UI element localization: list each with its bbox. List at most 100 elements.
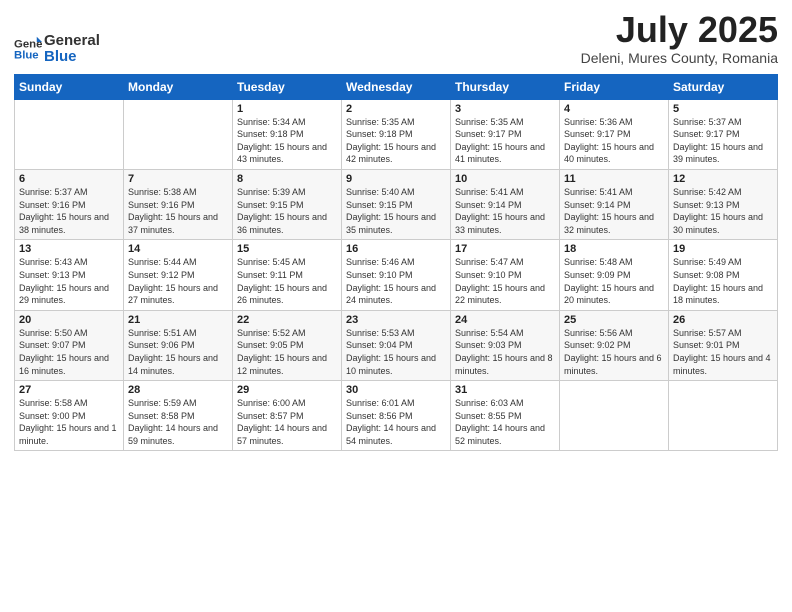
header: General Blue General Blue July 2025 Dele…	[14, 10, 778, 66]
month-title: July 2025	[581, 10, 778, 50]
calendar-cell: 26Sunrise: 5:57 AMSunset: 9:01 PMDayligh…	[669, 310, 778, 380]
day-info: Sunrise: 5:39 AMSunset: 9:15 PMDaylight:…	[237, 186, 337, 236]
day-info: Sunrise: 5:41 AMSunset: 9:14 PMDaylight:…	[455, 186, 555, 236]
day-info: Sunrise: 5:45 AMSunset: 9:11 PMDaylight:…	[237, 256, 337, 306]
calendar-cell: 25Sunrise: 5:56 AMSunset: 9:02 PMDayligh…	[560, 310, 669, 380]
day-info: Sunrise: 5:53 AMSunset: 9:04 PMDaylight:…	[346, 327, 446, 377]
day-number: 9	[346, 173, 446, 185]
calendar-cell: 13Sunrise: 5:43 AMSunset: 9:13 PMDayligh…	[15, 240, 124, 310]
day-number: 13	[19, 243, 119, 255]
calendar-cell: 21Sunrise: 5:51 AMSunset: 9:06 PMDayligh…	[124, 310, 233, 380]
calendar-cell: 23Sunrise: 5:53 AMSunset: 9:04 PMDayligh…	[342, 310, 451, 380]
weekday-header-wednesday: Wednesday	[342, 74, 451, 99]
day-info: Sunrise: 5:34 AMSunset: 9:18 PMDaylight:…	[237, 116, 337, 166]
day-info: Sunrise: 5:52 AMSunset: 9:05 PMDaylight:…	[237, 327, 337, 377]
calendar-cell: 11Sunrise: 5:41 AMSunset: 9:14 PMDayligh…	[560, 169, 669, 239]
day-number: 6	[19, 173, 119, 185]
calendar-cell: 29Sunrise: 6:00 AMSunset: 8:57 PMDayligh…	[233, 381, 342, 451]
calendar-cell: 16Sunrise: 5:46 AMSunset: 9:10 PMDayligh…	[342, 240, 451, 310]
logo-blue: Blue	[44, 49, 100, 66]
day-info: Sunrise: 5:44 AMSunset: 9:12 PMDaylight:…	[128, 256, 228, 306]
day-number: 16	[346, 243, 446, 255]
logo-general: General	[44, 33, 100, 50]
weekday-header-saturday: Saturday	[669, 74, 778, 99]
day-info: Sunrise: 5:51 AMSunset: 9:06 PMDaylight:…	[128, 327, 228, 377]
day-number: 26	[673, 314, 773, 326]
day-number: 27	[19, 384, 119, 396]
calendar-cell	[560, 381, 669, 451]
day-info: Sunrise: 5:38 AMSunset: 9:16 PMDaylight:…	[128, 186, 228, 236]
calendar-cell: 10Sunrise: 5:41 AMSunset: 9:14 PMDayligh…	[451, 169, 560, 239]
calendar-cell: 7Sunrise: 5:38 AMSunset: 9:16 PMDaylight…	[124, 169, 233, 239]
calendar-cell: 5Sunrise: 5:37 AMSunset: 9:17 PMDaylight…	[669, 99, 778, 169]
day-info: Sunrise: 5:37 AMSunset: 9:16 PMDaylight:…	[19, 186, 119, 236]
day-number: 1	[237, 103, 337, 115]
calendar-cell: 12Sunrise: 5:42 AMSunset: 9:13 PMDayligh…	[669, 169, 778, 239]
weekday-header-tuesday: Tuesday	[233, 74, 342, 99]
day-number: 10	[455, 173, 555, 185]
day-number: 29	[237, 384, 337, 396]
day-number: 14	[128, 243, 228, 255]
day-info: Sunrise: 5:57 AMSunset: 9:01 PMDaylight:…	[673, 327, 773, 377]
day-info: Sunrise: 5:35 AMSunset: 9:17 PMDaylight:…	[455, 116, 555, 166]
calendar-cell: 3Sunrise: 5:35 AMSunset: 9:17 PMDaylight…	[451, 99, 560, 169]
logo: General Blue General Blue	[14, 33, 100, 66]
week-row-2: 6Sunrise: 5:37 AMSunset: 9:16 PMDaylight…	[15, 169, 778, 239]
calendar-cell: 17Sunrise: 5:47 AMSunset: 9:10 PMDayligh…	[451, 240, 560, 310]
day-info: Sunrise: 5:42 AMSunset: 9:13 PMDaylight:…	[673, 186, 773, 236]
svg-text:Blue: Blue	[14, 50, 39, 62]
day-number: 18	[564, 243, 664, 255]
calendar: SundayMondayTuesdayWednesdayThursdayFrid…	[14, 74, 778, 452]
day-info: Sunrise: 6:03 AMSunset: 8:55 PMDaylight:…	[455, 397, 555, 447]
day-info: Sunrise: 5:50 AMSunset: 9:07 PMDaylight:…	[19, 327, 119, 377]
day-info: Sunrise: 6:00 AMSunset: 8:57 PMDaylight:…	[237, 397, 337, 447]
day-number: 2	[346, 103, 446, 115]
weekday-header-thursday: Thursday	[451, 74, 560, 99]
calendar-cell: 2Sunrise: 5:35 AMSunset: 9:18 PMDaylight…	[342, 99, 451, 169]
calendar-cell: 22Sunrise: 5:52 AMSunset: 9:05 PMDayligh…	[233, 310, 342, 380]
day-number: 7	[128, 173, 228, 185]
day-number: 17	[455, 243, 555, 255]
day-info: Sunrise: 5:43 AMSunset: 9:13 PMDaylight:…	[19, 256, 119, 306]
calendar-cell	[15, 99, 124, 169]
calendar-cell: 20Sunrise: 5:50 AMSunset: 9:07 PMDayligh…	[15, 310, 124, 380]
day-number: 21	[128, 314, 228, 326]
day-number: 11	[564, 173, 664, 185]
week-row-4: 20Sunrise: 5:50 AMSunset: 9:07 PMDayligh…	[15, 310, 778, 380]
weekday-header-row: SundayMondayTuesdayWednesdayThursdayFrid…	[15, 74, 778, 99]
calendar-cell: 30Sunrise: 6:01 AMSunset: 8:56 PMDayligh…	[342, 381, 451, 451]
weekday-header-monday: Monday	[124, 74, 233, 99]
day-number: 5	[673, 103, 773, 115]
day-info: Sunrise: 5:59 AMSunset: 8:58 PMDaylight:…	[128, 397, 228, 447]
day-number: 31	[455, 384, 555, 396]
calendar-cell: 4Sunrise: 5:36 AMSunset: 9:17 PMDaylight…	[560, 99, 669, 169]
calendar-cell: 31Sunrise: 6:03 AMSunset: 8:55 PMDayligh…	[451, 381, 560, 451]
calendar-cell: 27Sunrise: 5:58 AMSunset: 9:00 PMDayligh…	[15, 381, 124, 451]
day-info: Sunrise: 5:47 AMSunset: 9:10 PMDaylight:…	[455, 256, 555, 306]
title-block: July 2025 Deleni, Mures County, Romania	[581, 10, 778, 66]
calendar-cell: 18Sunrise: 5:48 AMSunset: 9:09 PMDayligh…	[560, 240, 669, 310]
day-number: 30	[346, 384, 446, 396]
calendar-cell: 19Sunrise: 5:49 AMSunset: 9:08 PMDayligh…	[669, 240, 778, 310]
day-info: Sunrise: 5:41 AMSunset: 9:14 PMDaylight:…	[564, 186, 664, 236]
week-row-1: 1Sunrise: 5:34 AMSunset: 9:18 PMDaylight…	[15, 99, 778, 169]
calendar-cell: 8Sunrise: 5:39 AMSunset: 9:15 PMDaylight…	[233, 169, 342, 239]
calendar-cell: 1Sunrise: 5:34 AMSunset: 9:18 PMDaylight…	[233, 99, 342, 169]
day-number: 22	[237, 314, 337, 326]
day-number: 12	[673, 173, 773, 185]
calendar-cell	[669, 381, 778, 451]
day-number: 20	[19, 314, 119, 326]
day-info: Sunrise: 5:48 AMSunset: 9:09 PMDaylight:…	[564, 256, 664, 306]
day-info: Sunrise: 5:49 AMSunset: 9:08 PMDaylight:…	[673, 256, 773, 306]
weekday-header-sunday: Sunday	[15, 74, 124, 99]
calendar-cell: 24Sunrise: 5:54 AMSunset: 9:03 PMDayligh…	[451, 310, 560, 380]
day-number: 25	[564, 314, 664, 326]
week-row-5: 27Sunrise: 5:58 AMSunset: 9:00 PMDayligh…	[15, 381, 778, 451]
day-number: 15	[237, 243, 337, 255]
page: General Blue General Blue July 2025 Dele…	[0, 0, 792, 612]
day-number: 4	[564, 103, 664, 115]
day-info: Sunrise: 5:54 AMSunset: 9:03 PMDaylight:…	[455, 327, 555, 377]
day-number: 23	[346, 314, 446, 326]
calendar-cell: 14Sunrise: 5:44 AMSunset: 9:12 PMDayligh…	[124, 240, 233, 310]
calendar-cell	[124, 99, 233, 169]
